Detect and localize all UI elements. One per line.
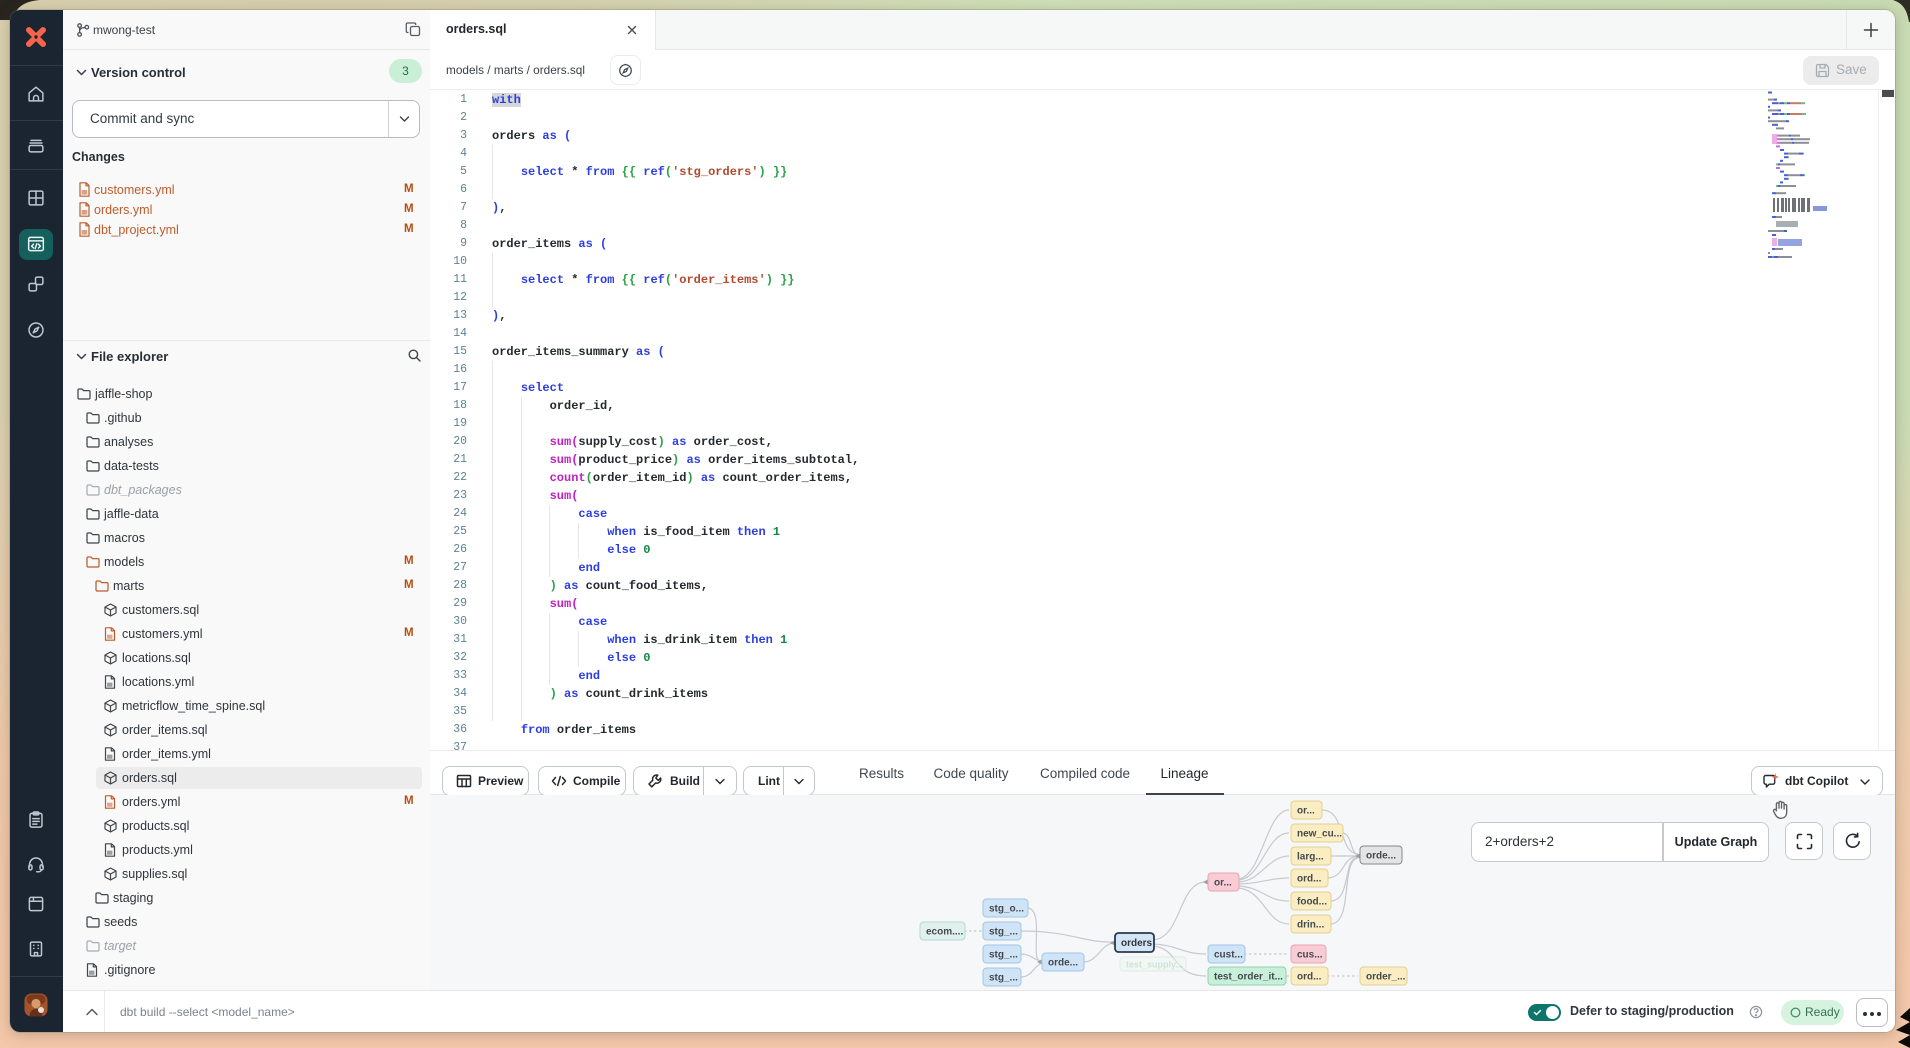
svg-text:larg...: larg...	[1297, 852, 1324, 863]
svg-text:or...: or...	[1297, 806, 1315, 817]
svg-text:ord...: ord...	[1297, 972, 1322, 983]
svg-text:cus...: cus...	[1297, 950, 1323, 961]
svg-text:orders: orders	[1121, 938, 1153, 949]
svg-text:orde...: orde...	[1048, 958, 1078, 969]
svg-text:test_order_it...: test_order_it...	[1214, 972, 1283, 983]
svg-text:ord...: ord...	[1297, 874, 1322, 885]
svg-text:orde...: orde...	[1366, 851, 1396, 862]
svg-text:stg_...: stg_...	[989, 950, 1018, 961]
svg-text:new_cu...: new_cu...	[1297, 829, 1342, 840]
svg-text:stg_...: stg_...	[989, 973, 1018, 984]
svg-text:stg_o...: stg_o...	[989, 904, 1024, 915]
svg-text:cust...: cust...	[1214, 950, 1243, 961]
svg-text:ecom....: ecom....	[926, 927, 963, 938]
svg-text:test_supply...: test_supply...	[1126, 960, 1183, 970]
svg-text:drin...: drin...	[1297, 920, 1324, 931]
svg-text:stg_...: stg_...	[989, 927, 1018, 938]
svg-text:food...: food...	[1297, 897, 1327, 908]
svg-text:order_...: order_...	[1366, 972, 1406, 983]
svg-text:or...: or...	[1214, 878, 1232, 889]
